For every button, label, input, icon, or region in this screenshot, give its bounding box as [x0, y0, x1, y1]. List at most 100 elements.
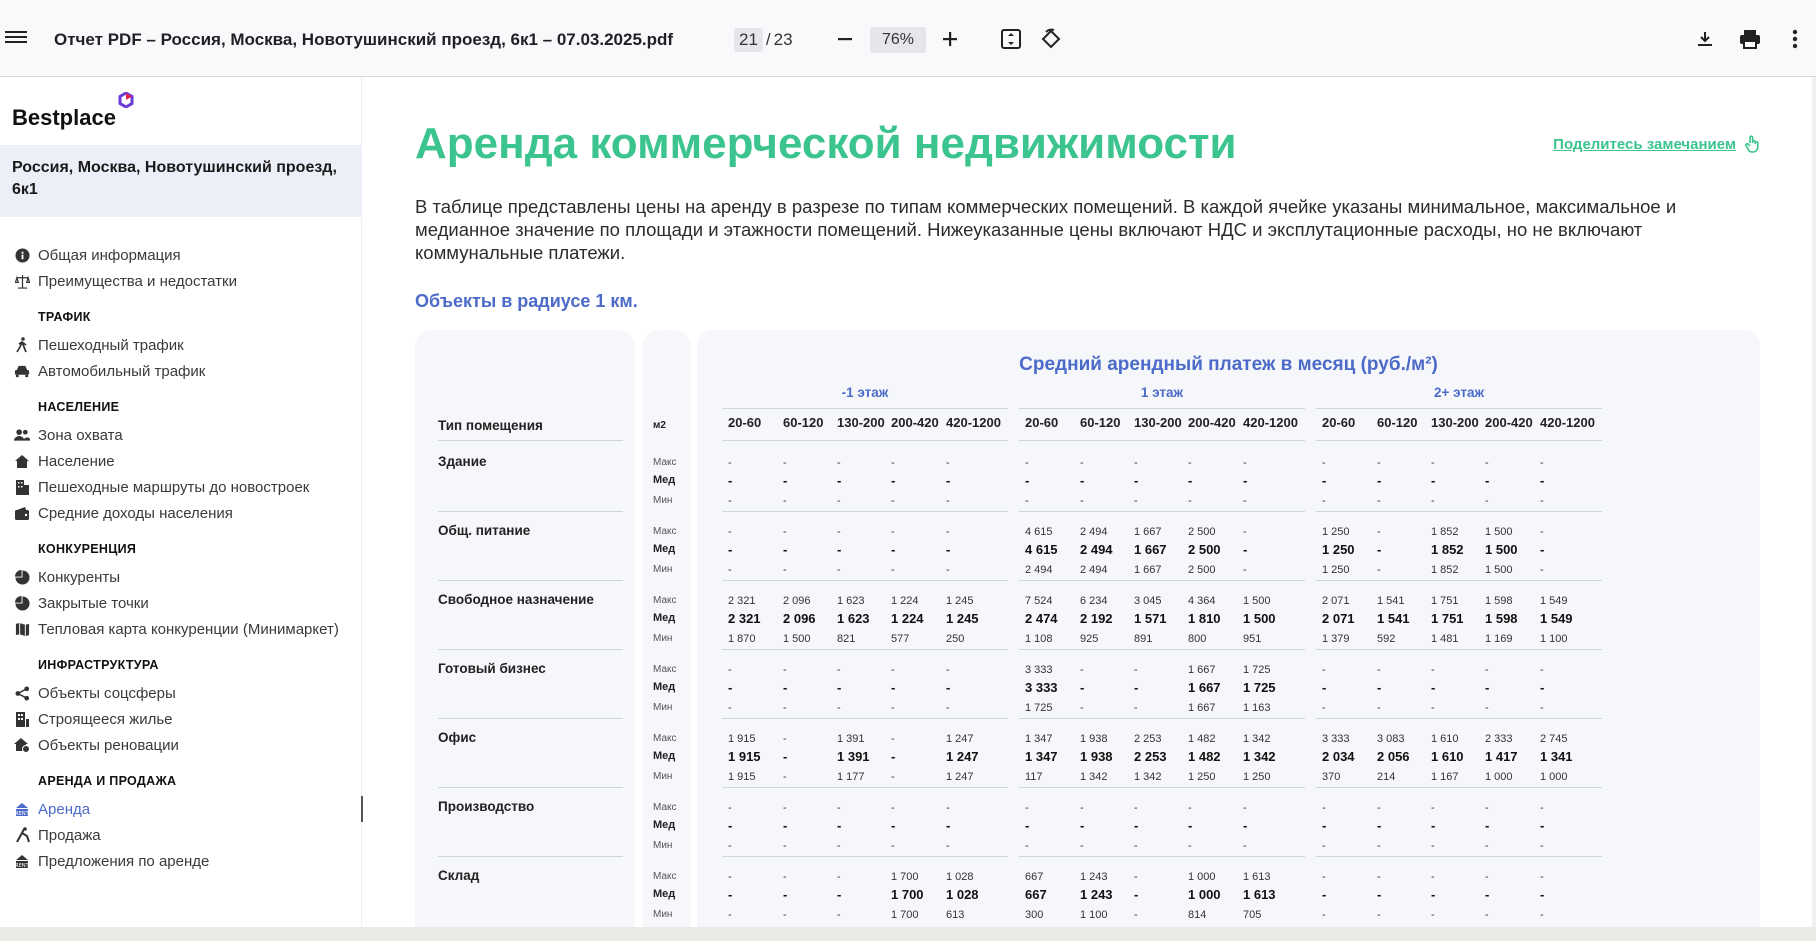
table-cell: -: [783, 733, 787, 745]
table-cell: -: [837, 887, 842, 902]
table-cell: 1 667: [1188, 664, 1216, 676]
table-cell: -: [1188, 818, 1193, 833]
table-cell: -: [1377, 818, 1382, 833]
table-cell: -: [1485, 802, 1489, 814]
table-cell: 2 034: [1322, 749, 1355, 764]
sidebar-item[interactable]: RENT Аренда: [14, 796, 363, 822]
table-cell: -: [1080, 495, 1084, 507]
sidebar-item[interactable]: Преимущества и недостатки: [14, 268, 359, 294]
table-cell: -: [891, 840, 895, 852]
table-cell: -: [891, 702, 895, 714]
table-cell: 1 549: [1540, 595, 1568, 607]
table-row-name: Общ. питание: [438, 523, 531, 538]
area-range-header: 60-120: [1377, 415, 1418, 430]
table-cell: -: [1322, 702, 1326, 714]
sidebar-item[interactable]: Население: [14, 448, 359, 474]
table-cell: 2 253: [1134, 733, 1162, 745]
table-cell: 2 071: [1322, 595, 1350, 607]
table-cell: -: [783, 771, 787, 783]
table-cell: 1 342: [1243, 749, 1276, 764]
sidebar-item[interactable]: Общая информация: [14, 242, 359, 268]
minus-icon[interactable]: [830, 24, 860, 54]
table-cell: 1 347: [1025, 733, 1053, 745]
sidebar-item[interactable]: Автомобильный трафик: [14, 358, 359, 384]
print-icon[interactable]: [1735, 24, 1765, 54]
table-cell: 2 494: [1080, 526, 1108, 538]
sidebar-item[interactable]: Объекты соцсферы: [14, 680, 359, 706]
table-cell: 2 192: [1080, 611, 1113, 626]
table-cell: -: [837, 702, 841, 714]
plus-icon[interactable]: [935, 24, 965, 54]
sidebar-item[interactable]: Тепловая карта конкуренции (Минимаркет): [14, 616, 359, 642]
table-cell: -: [837, 542, 842, 557]
sidebar-item[interactable]: Продажа: [14, 822, 359, 848]
table-cell: -: [1377, 664, 1381, 676]
table-cell: -: [1243, 457, 1247, 469]
table-cell: -: [1377, 473, 1382, 488]
zoom-input[interactable]: 76%: [870, 27, 926, 53]
table-cell: -: [837, 680, 842, 695]
floor-header-line: [1316, 408, 1602, 409]
table-cell: -: [1322, 473, 1327, 488]
stat-label: Мед: [653, 819, 676, 831]
area-range-header: 130-200: [837, 415, 885, 430]
table-cell: 2 474: [1025, 611, 1058, 626]
rotate-icon[interactable]: [1036, 24, 1066, 54]
menu-icon[interactable]: [5, 28, 27, 50]
sidebar-item-label: Закрытые точки: [38, 594, 149, 612]
download-icon[interactable]: [1690, 24, 1720, 54]
table-cell: -: [783, 564, 787, 576]
table-cell: -: [837, 840, 841, 852]
table-cell: -: [946, 542, 951, 557]
row-separator: [1316, 718, 1602, 719]
table-cell: -: [783, 473, 788, 488]
renovation-icon: [14, 737, 30, 753]
table-cell: 1 028: [946, 887, 979, 902]
fit-page-icon[interactable]: [996, 24, 1026, 54]
table-cell: -: [837, 871, 841, 883]
report-address: Россия, Москва, Новотушинский проезд, 6к…: [0, 145, 362, 217]
logo-mark-icon: [118, 92, 134, 108]
current-page-input[interactable]: 21: [734, 28, 763, 52]
table-cell: -: [783, 526, 787, 538]
table-cell: -: [728, 495, 732, 507]
row-separator: [722, 718, 1008, 719]
table-cell: 1 379: [1322, 633, 1350, 645]
table-cell: 1 250: [1243, 771, 1271, 783]
sidebar-item[interactable]: Объекты реновации: [14, 732, 359, 758]
sidebar-item[interactable]: Конкуренты: [14, 564, 359, 590]
sidebar-item[interactable]: Пешеходные маршруты до новостроек: [14, 474, 359, 500]
sidebar-item[interactable]: Пешеходный трафик: [14, 332, 359, 358]
sidebar-item[interactable]: RENT Предложения по аренде: [14, 848, 359, 874]
table-cell: -: [1485, 495, 1489, 507]
floor-header: 1 этаж: [1140, 385, 1184, 400]
area-range-header: 200-420: [891, 415, 939, 430]
table-cell: 300: [1025, 909, 1044, 921]
table-cell: 1 247: [946, 749, 979, 764]
table-cell: 1 250: [1322, 564, 1350, 576]
share-feedback-link[interactable]: Поделитесь замечанием: [1553, 135, 1760, 153]
table-cell: -: [1322, 887, 1327, 902]
sidebar-item[interactable]: Зона охвата: [14, 422, 359, 448]
table-cell: 1 725: [1025, 702, 1053, 714]
table-cell: -: [1431, 840, 1435, 852]
table-cell: 1 342: [1243, 733, 1271, 745]
document-viewport[interactable]: Bestplace Россия, Москва, Новотушинский …: [0, 77, 1816, 941]
table-cell: 250: [946, 633, 965, 645]
table-cell: -: [946, 564, 950, 576]
table-cell: -: [728, 871, 732, 883]
stat-label: Макс: [653, 871, 677, 882]
table-cell: -: [1134, 680, 1139, 695]
sidebar-item[interactable]: Средние доходы населения: [14, 500, 359, 526]
table-cell: 814: [1188, 909, 1207, 921]
table-cell: 1 598: [1485, 595, 1513, 607]
sidebar-item[interactable]: Строящееся жилье: [14, 706, 359, 732]
more-vert-icon[interactable]: [1780, 24, 1810, 54]
table-cell: 4 364: [1188, 595, 1216, 607]
table-cell: -: [728, 564, 732, 576]
sidebar-item-label: Объекты соцсферы: [38, 684, 176, 702]
sidebar-item[interactable]: Закрытые точки: [14, 590, 359, 616]
table-cell: -: [1540, 680, 1545, 695]
table-cell: -: [1243, 473, 1248, 488]
table-cell: -: [1431, 680, 1436, 695]
